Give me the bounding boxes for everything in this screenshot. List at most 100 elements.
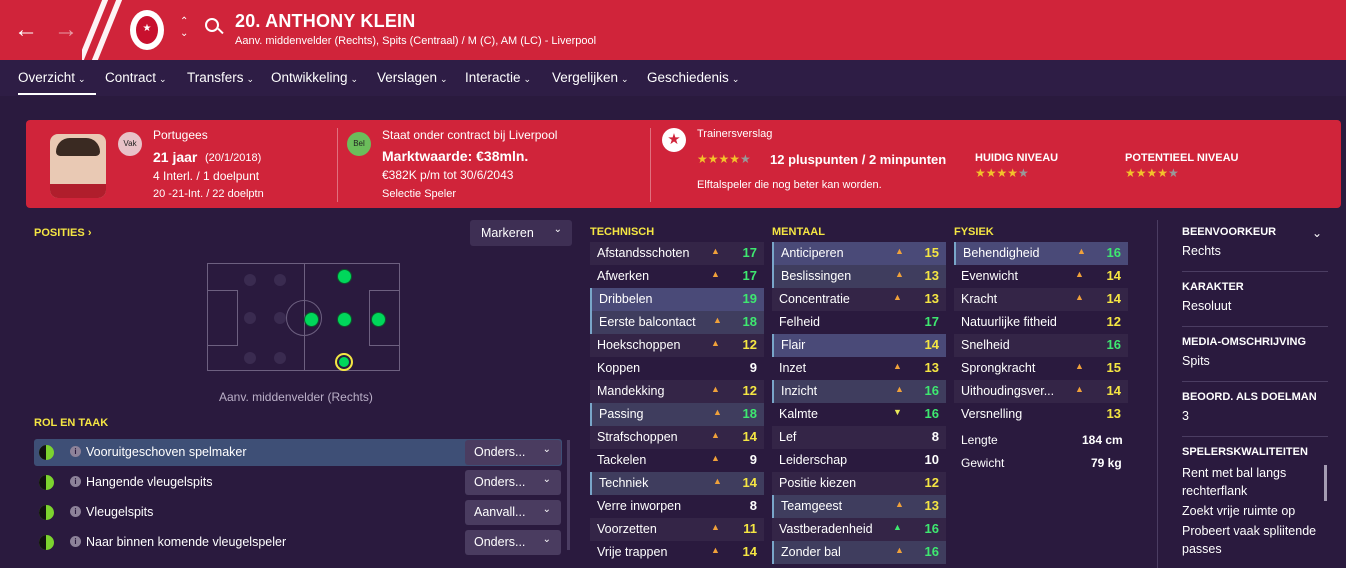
player-up-down-icon[interactable]: ⌃ ⌄ <box>180 16 188 40</box>
attribute-row[interactable]: Afwerken ▲ 17 <box>590 265 764 288</box>
tab-transfers[interactable]: Transfers ⌄ <box>187 70 254 85</box>
attribute-name: Evenwicht <box>961 269 1018 283</box>
attribute-row[interactable]: Eerste balcontact ▲ 18 <box>590 311 764 334</box>
attribute-row[interactable]: Voorzetten ▲ 11 <box>590 518 764 541</box>
info-icon[interactable]: i <box>70 476 81 487</box>
tab-interactie[interactable]: Interactie ⌄ <box>465 70 531 85</box>
attribute-row[interactable]: Evenwicht ▲ 14 <box>954 265 1128 288</box>
chevron-down-icon: ⌄ <box>542 444 551 455</box>
duty-dropdown[interactable]: Onders... ⌄ <box>465 530 561 555</box>
attribute-row[interactable]: Uithoudingsver... ▲ 14 <box>954 380 1128 403</box>
potential-ability-label: POTENTIEEL NIVEAU <box>1125 152 1239 164</box>
trait-item: Rent met bal langs rechterflank <box>1182 466 1287 498</box>
role-row[interactable]: i Hangende vleugelspits Onders... ⌄ <box>34 469 562 496</box>
attribute-row[interactable]: Natuurlijke fitheid 12 <box>954 311 1128 334</box>
attribute-row[interactable]: Kalmte ▼ 16 <box>772 403 946 426</box>
attribute-row[interactable]: Inzicht ▲ 16 <box>772 380 946 403</box>
info-heading: BEOORD. ALS DOELMAN <box>1182 391 1317 403</box>
role-row[interactable]: i Vooruitgeschoven spelmaker Onders... ⌄ <box>34 439 562 466</box>
attribute-row[interactable]: Inzet ▲ 13 <box>772 357 946 380</box>
club-badge-icon: Bel <box>347 132 371 156</box>
tab-geschiedenis[interactable]: Geschiedenis ⌄ <box>647 70 739 85</box>
report-points: 12 pluspunten / 2 minpunten <box>770 152 947 167</box>
info-icon[interactable]: i <box>70 446 81 457</box>
attribute-change-icon: ▲ <box>895 499 904 509</box>
attribute-change-icon: ▲ <box>1077 246 1086 256</box>
attribute-row[interactable]: Strafschoppen ▲ 14 <box>590 426 764 449</box>
info-icon[interactable]: i <box>70 536 81 547</box>
positions-title[interactable]: POSITIES › <box>34 227 91 239</box>
attribute-change-icon: ▲ <box>711 269 720 279</box>
forward-icon[interactable]: → <box>54 16 78 44</box>
attribute-value: 17 <box>924 314 939 329</box>
attribute-name: Dribbelen <box>599 292 653 306</box>
attribute-row[interactable]: Leiderschap 10 <box>772 449 946 472</box>
tab-verslagen[interactable]: Verslagen ⌄ <box>377 70 448 85</box>
role-row[interactable]: i Vleugelspits Aanvall... ⌄ <box>34 499 562 526</box>
attribute-row[interactable]: Teamgeest ▲ 13 <box>772 495 946 518</box>
date-of-birth: (20/1/2018) <box>205 152 262 164</box>
attribute-row[interactable]: Koppen 9 <box>590 357 764 380</box>
attribute-row[interactable]: Snelheid 16 <box>954 334 1128 357</box>
attribute-row[interactable]: Sprongkracht ▲ 15 <box>954 357 1128 380</box>
info-heading: SPELERSKWALITEITEN <box>1182 446 1308 458</box>
info-icon[interactable]: i <box>70 506 81 517</box>
tab-vergelijken[interactable]: Vergelijken ⌄ <box>552 70 629 85</box>
tab-overzicht[interactable]: Overzicht ⌄ <box>18 70 96 95</box>
attribute-row[interactable]: Hoekschoppen ▲ 12 <box>590 334 764 357</box>
attribute-row[interactable]: Positie kiezen 12 <box>772 472 946 495</box>
attribute-row[interactable]: Versnelling 13 <box>954 403 1128 426</box>
info-scrollbar[interactable] <box>1324 465 1327 501</box>
attribute-row[interactable]: Kracht ▲ 14 <box>954 288 1128 311</box>
attribute-value: 9 <box>749 452 757 467</box>
mark-dropdown[interactable]: Markeren ⌄ <box>470 220 572 246</box>
attribute-name: Felheid <box>779 315 820 329</box>
attribute-row[interactable]: Beslissingen ▲ 13 <box>772 265 946 288</box>
attribute-row[interactable]: Behendigheid ▲ 16 <box>954 242 1128 265</box>
club-crest-icon[interactable]: ★ <box>130 10 164 50</box>
nationality-flag-icon: Vak <box>118 132 142 156</box>
search-icon[interactable] <box>205 18 219 32</box>
attribute-change-icon: ▲ <box>1075 361 1084 371</box>
roles-scrollbar[interactable] <box>567 440 570 550</box>
attribute-value: 14 <box>1106 291 1121 306</box>
attribute-row[interactable]: Vastberadenheid ▲ 16 <box>772 518 946 541</box>
attribute-change-icon: ▼ <box>893 407 902 417</box>
attribute-row[interactable]: Flair 14 <box>772 334 946 357</box>
tab-ontwikkeling[interactable]: Ontwikkeling ⌄ <box>271 70 358 85</box>
attribute-row[interactable]: Anticiperen ▲ 15 <box>772 242 946 265</box>
info-personality: KARAKTER Resoluut <box>1182 281 1332 327</box>
attribute-row[interactable]: Lef 8 <box>772 426 946 449</box>
tab-label: Transfers <box>187 70 244 85</box>
info-value: Resoluut <box>1182 299 1232 313</box>
attribute-row[interactable]: Verre inworpen 8 <box>590 495 764 518</box>
attribute-name: Tackelen <box>597 453 647 467</box>
role-name: Hangende vleugelspits <box>86 475 213 489</box>
attribute-row[interactable]: Afstandsschoten ▲ 17 <box>590 242 764 265</box>
attribute-row[interactable]: Tackelen ▲ 9 <box>590 449 764 472</box>
attribute-row[interactable]: Techniek ▲ 14 <box>590 472 764 495</box>
age: 21 jaar <box>153 149 198 165</box>
attribute-change-icon: ▲ <box>711 246 720 256</box>
card-divider <box>337 128 338 202</box>
attribute-row[interactable]: Passing ▲ 18 <box>590 403 764 426</box>
duty-dropdown[interactable]: Onders... ⌄ <box>465 470 561 495</box>
attribute-value: 13 <box>924 360 939 375</box>
position-dot <box>337 269 352 284</box>
attribute-row[interactable]: Mandekking ▲ 12 <box>590 380 764 403</box>
back-icon[interactable]: ← <box>14 16 38 44</box>
duty-dropdown[interactable]: Aanvall... ⌄ <box>465 500 561 525</box>
attribute-row[interactable]: Felheid 17 <box>772 311 946 334</box>
attribute-row[interactable]: Vrije trappen ▲ 14 <box>590 541 764 564</box>
tab-contract[interactable]: Contract ⌄ <box>105 70 167 85</box>
attribute-row[interactable]: Zonder bal ▲ 16 <box>772 541 946 564</box>
duty-label: Aanvall... <box>474 505 526 519</box>
attribute-row[interactable]: Dribbelen 19 <box>590 288 764 311</box>
attribute-row[interactable]: Concentratie ▲ 13 <box>772 288 946 311</box>
attribute-name: Sprongkracht <box>961 361 1036 375</box>
duty-dropdown[interactable]: Onders... ⌄ <box>465 440 561 465</box>
chevron-down-icon[interactable]: ⌄ <box>1312 226 1322 240</box>
tab-label: Ontwikkeling <box>271 70 348 85</box>
potential-ability-stars: ★★★★★ <box>1125 166 1179 180</box>
role-row[interactable]: i Naar binnen komende vleugelspeler Onde… <box>34 529 562 556</box>
